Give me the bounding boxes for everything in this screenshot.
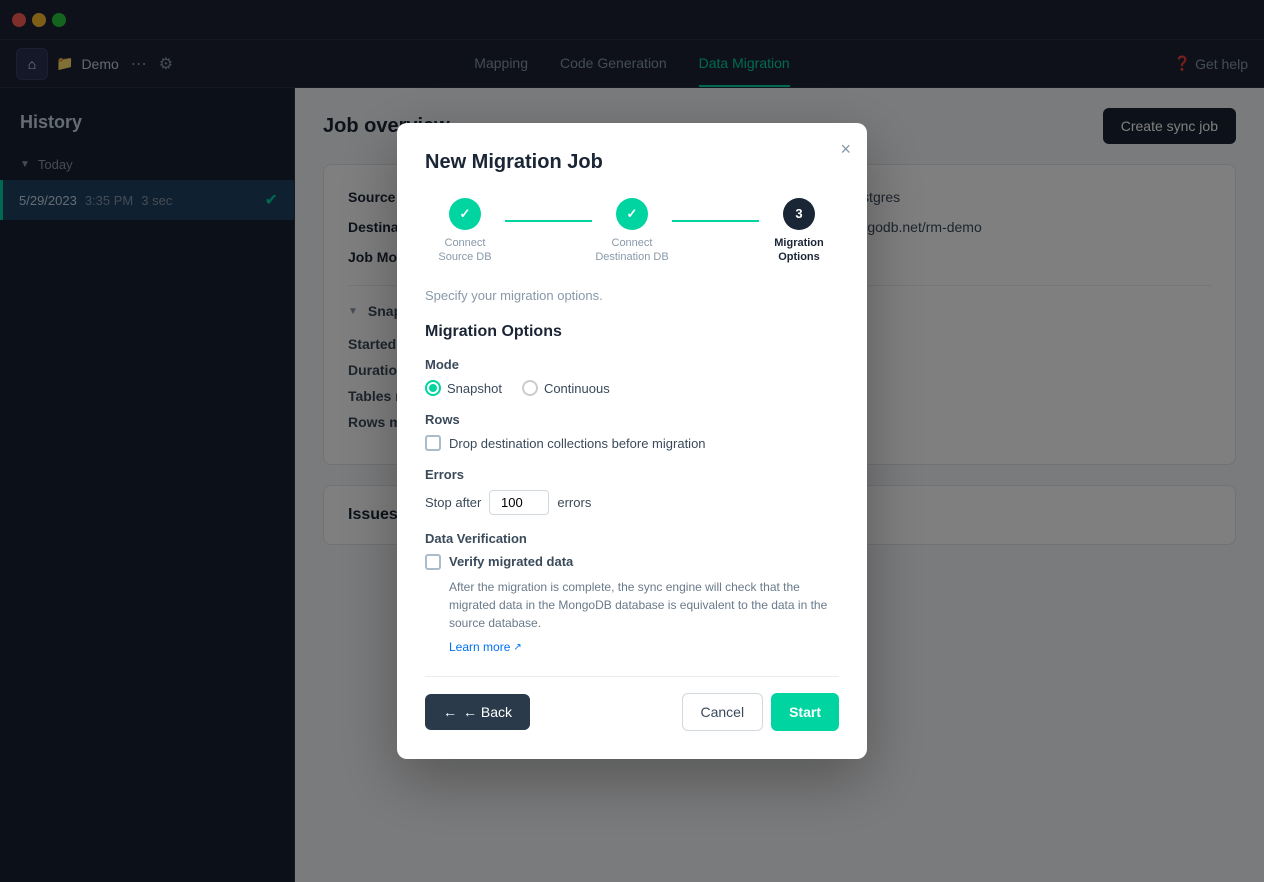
back-arrow-icon: ← (443, 704, 457, 720)
drop-collections-row: Drop destination collections before migr… (425, 435, 839, 451)
snapshot-radio-label: Snapshot (447, 381, 502, 396)
learn-more-label: Learn more (449, 640, 510, 654)
back-button[interactable]: ← ← Back (425, 694, 530, 730)
modal-footer: ← ← Back Cancel Start (425, 676, 839, 731)
step-1-connect-source: ✓ ConnectSource DB (425, 198, 505, 265)
drop-collections-label: Drop destination collections before migr… (449, 436, 706, 451)
step-3-label: MigrationOptions (774, 236, 824, 265)
learn-more-link[interactable]: Learn more ↗ (449, 640, 522, 654)
start-button[interactable]: Start (771, 693, 839, 731)
errors-label: Errors (425, 467, 839, 482)
step-2-circle: ✓ (616, 198, 648, 230)
step-2-label: ConnectDestination DB (595, 236, 668, 265)
snapshot-radio[interactable]: Snapshot (425, 380, 502, 396)
snapshot-radio-dot (425, 380, 441, 396)
step-1-label: ConnectSource DB (438, 236, 491, 265)
continuous-radio-label: Continuous (544, 381, 610, 396)
continuous-radio[interactable]: Continuous (522, 380, 610, 396)
verify-description: After the migration is complete, the syn… (449, 578, 839, 632)
data-verification-section: Data Verification Verify migrated data A… (425, 531, 839, 656)
rows-label: Rows (425, 412, 839, 427)
step-2-connect-destination: ✓ ConnectDestination DB (592, 198, 672, 265)
modal-close-button[interactable]: × (840, 139, 851, 160)
modal-overlay: × New Migration Job ✓ ConnectSource DB ✓… (0, 0, 1264, 882)
stop-after-row: Stop after errors (425, 490, 839, 515)
data-verification-label: Data Verification (425, 531, 839, 546)
errors-section: Errors Stop after errors (425, 467, 839, 515)
step-3-circle: 3 (783, 198, 815, 230)
step-connector-2 (672, 220, 759, 222)
migration-options-title: Migration Options (425, 323, 839, 341)
continuous-radio-dot (522, 380, 538, 396)
external-link-icon: ↗ (513, 642, 521, 653)
drop-collections-checkbox[interactable] (425, 435, 441, 451)
stepper: ✓ ConnectSource DB ✓ ConnectDestination … (425, 198, 839, 265)
modal-title: New Migration Job (425, 151, 839, 174)
mode-label: Mode (425, 357, 839, 372)
step-1-circle: ✓ (449, 198, 481, 230)
verify-data-checkbox[interactable] (425, 554, 441, 570)
back-label: ← Back (463, 704, 512, 720)
step-connector-1 (505, 220, 592, 222)
errors-suffix: errors (557, 495, 591, 510)
cancel-button[interactable]: Cancel (682, 693, 764, 731)
footer-right: Cancel Start (682, 693, 840, 731)
new-migration-job-modal: × New Migration Job ✓ ConnectSource DB ✓… (397, 123, 867, 760)
stop-after-label: Stop after (425, 495, 481, 510)
verify-migrated-data-row: Verify migrated data (425, 554, 839, 570)
verify-label: Verify migrated data (449, 554, 573, 569)
modal-subtitle: Specify your migration options. (425, 288, 839, 303)
rows-section: Rows Drop destination collections before… (425, 412, 839, 451)
mode-radio-group: Snapshot Continuous (425, 380, 839, 396)
stop-after-input[interactable] (489, 490, 549, 515)
step-3-migration-options: 3 MigrationOptions (759, 198, 839, 265)
